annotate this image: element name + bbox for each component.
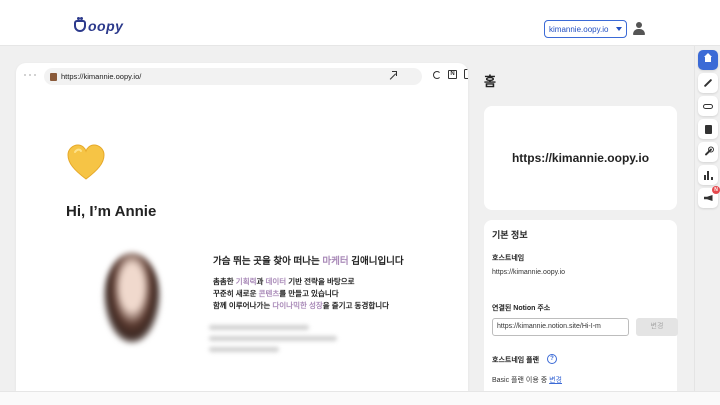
reload-icon[interactable] — [433, 71, 441, 79]
oopy-logo[interactable]: oopy — [74, 17, 124, 34]
right-icon-rail: N — [694, 46, 720, 391]
blurred-text — [209, 325, 341, 357]
change-notion-url-button[interactable]: 변경 — [636, 318, 678, 336]
basic-info-card: 기본 정보 호스트네임 https://kimannie.oopy.io 연결된… — [484, 220, 678, 391]
domain-select[interactable]: kimannie.oopy.io — [544, 20, 627, 38]
site-url-card: https://kimannie.oopy.io — [484, 106, 677, 210]
bio-line: 촘촘한 기획력과 데이터 기반 전략을 바탕으로 — [213, 277, 355, 286]
preview-url: https://kimannie.oopy.io/ — [61, 72, 142, 81]
bio-paragraph: 촘촘한 기획력과 데이터 기반 전략을 바탕으로 꾸준히 새로운 콘텐츠를 만들… — [213, 276, 389, 312]
oopy-logo-icon — [74, 17, 86, 32]
page-title: Hi, I’m Annie — [66, 203, 157, 220]
rail-analytics-button[interactable] — [698, 165, 718, 185]
bio-line: 함께 이루어나가는 다이나믹한 성장을 즐기고 동경합니다 — [213, 301, 390, 310]
bar-chart-icon — [703, 170, 713, 180]
notion-url-label: 연결된 Notion 주소 — [492, 305, 551, 312]
yellow-heart-icon — [67, 144, 105, 180]
change-plan-link[interactable]: 변경 — [549, 377, 562, 384]
rail-home-button[interactable] — [698, 50, 718, 70]
panel-title: 홈 — [484, 74, 496, 89]
home-icon — [703, 53, 713, 64]
rail-design-button[interactable] — [698, 73, 718, 93]
notion-icon[interactable]: N — [448, 70, 457, 79]
user-icon[interactable] — [632, 22, 646, 36]
plan-status: Basic 플랜 이용 중 변경 — [492, 377, 562, 384]
top-header: oopy kimannie.oopy.io — [0, 0, 720, 46]
document-icon — [704, 124, 712, 134]
rail-announcement-button[interactable]: N — [698, 186, 720, 208]
domain-select-value: kimannie.oopy.io — [549, 24, 609, 34]
favicon-icon — [50, 72, 57, 81]
preview-url-bar: https://kimannie.oopy.io/ — [44, 68, 422, 85]
hostname-plan-label: 호스트네임 플랜 — [492, 357, 540, 364]
megaphone-icon — [703, 195, 713, 201]
magic-wand-icon — [703, 78, 713, 88]
mobile-view-icon[interactable] — [464, 69, 468, 79]
notion-url-input[interactable]: https://kimannie.notion.site/Hi-I-m — [492, 318, 629, 336]
profile-photo — [104, 253, 160, 343]
bottom-bar — [0, 391, 720, 405]
open-external-icon[interactable] — [388, 71, 397, 80]
logo-text: oopy — [88, 18, 124, 34]
preview-toolbar: https://kimannie.oopy.io/ N — [16, 63, 468, 89]
bio-line: 꾸준히 새로운 콘텐츠를 만들고 있습니다 — [213, 289, 339, 298]
site-url: https://kimannie.oopy.io — [511, 151, 650, 165]
bio-headline: 가슴 뛰는 곳을 찾아 떠나는 마케터 김애니입니다 — [213, 256, 404, 267]
rail-page-button[interactable] — [698, 119, 718, 139]
site-preview: https://kimannie.oopy.io/ N Hi, I’m Anni… — [16, 63, 468, 391]
hostname-value: https://kimannie.oopy.io — [492, 269, 566, 276]
link-icon — [703, 103, 713, 109]
basic-info-title: 기본 정보 — [492, 230, 528, 240]
caret-down-icon — [616, 27, 622, 31]
hostname-label: 호스트네임 — [492, 255, 525, 262]
new-badge: N — [712, 186, 720, 194]
wrench-icon — [704, 148, 712, 156]
rail-settings-button[interactable] — [698, 142, 718, 162]
window-dots-icon — [24, 74, 36, 76]
rail-link-button[interactable] — [698, 96, 718, 116]
help-icon[interactable]: ? — [547, 354, 557, 364]
